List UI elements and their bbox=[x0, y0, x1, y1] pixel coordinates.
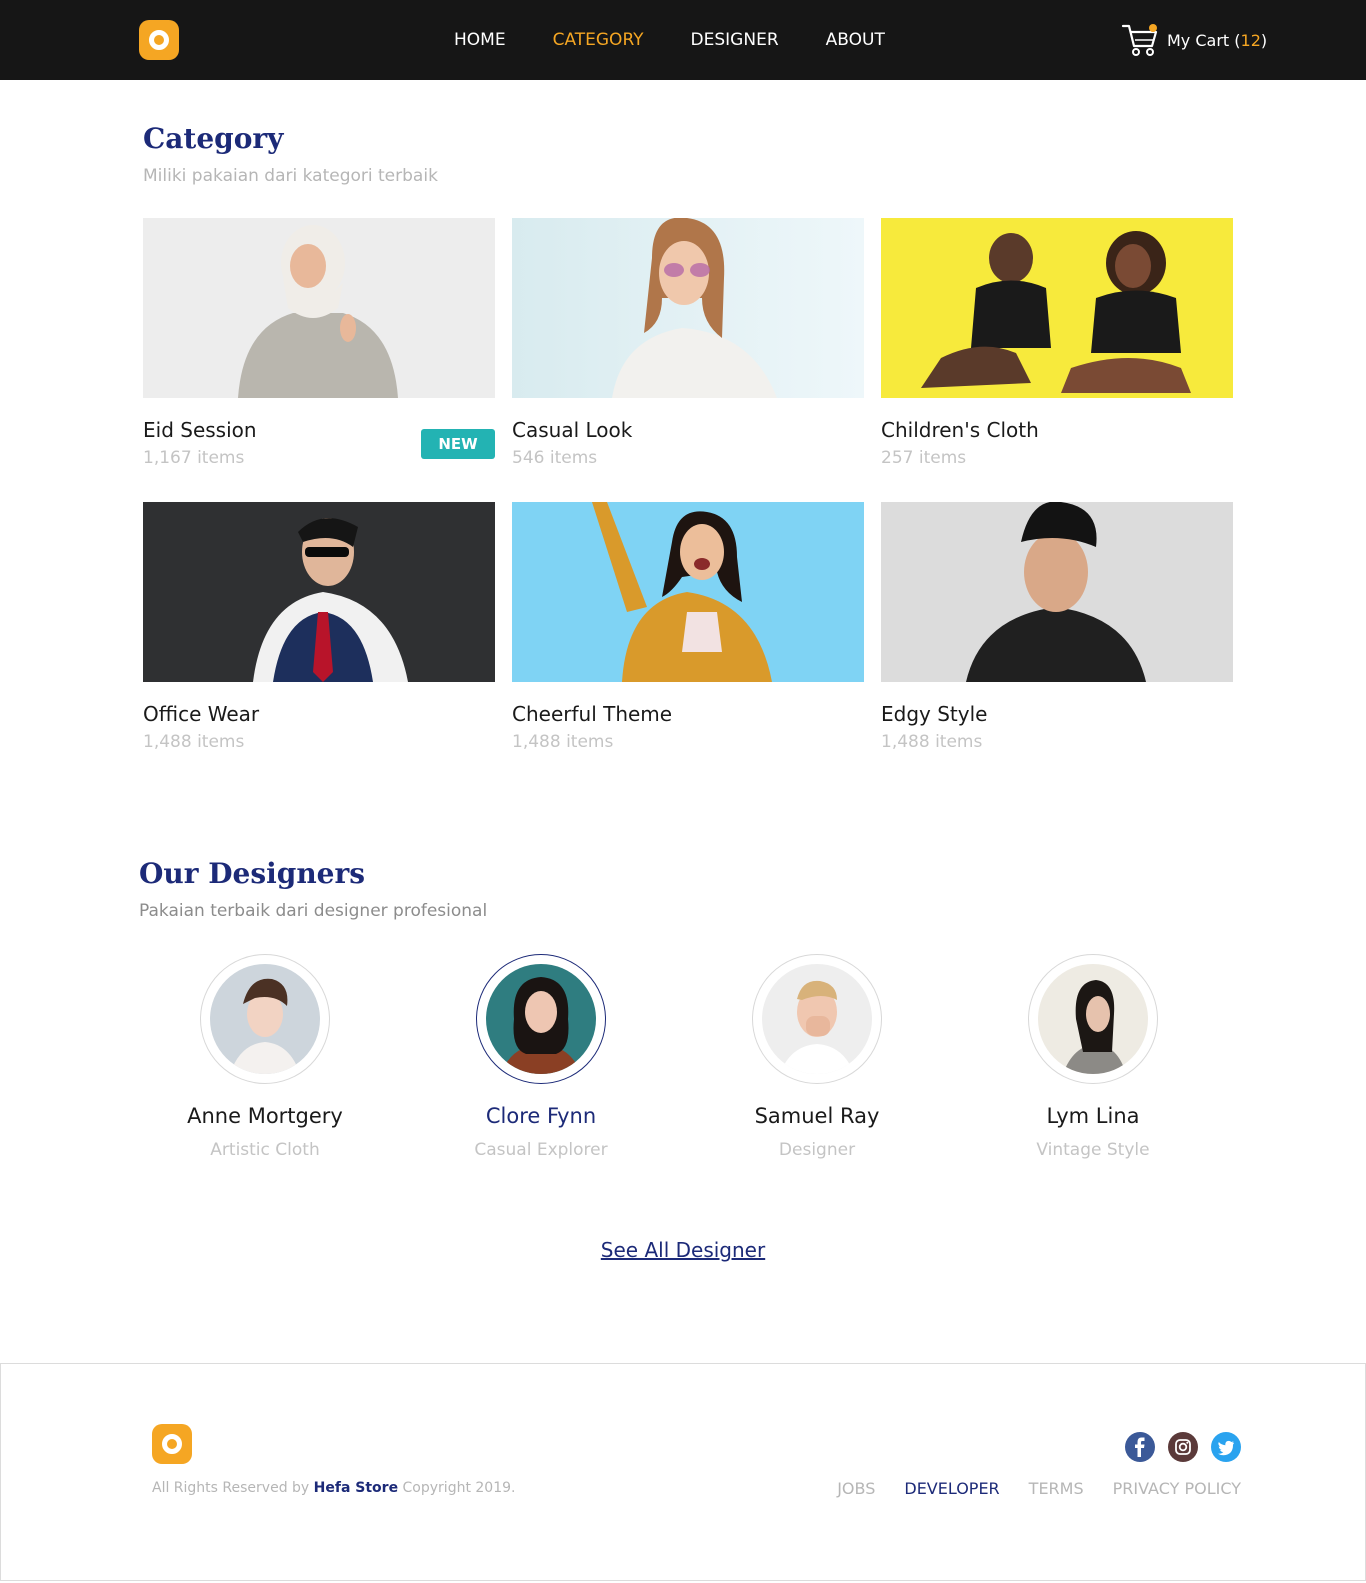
footer-link-jobs[interactable]: JOBS bbox=[837, 1479, 875, 1498]
card-name: Casual Look bbox=[512, 418, 633, 442]
avatar bbox=[1038, 964, 1148, 1074]
twitter-icon[interactable] bbox=[1211, 1432, 1241, 1462]
footer-links: JOBS DEVELOPER TERMS PRIVACY POLICY bbox=[837, 1479, 1241, 1498]
avatar-ring bbox=[752, 954, 882, 1084]
designer-role: Casual Explorer bbox=[474, 1140, 608, 1160]
see-all-designer-wrap: See All Designer bbox=[0, 1238, 1366, 1262]
designer-card-samuel-ray[interactable]: Samuel Ray Designer bbox=[687, 954, 947, 1174]
designer-role: Vintage Style bbox=[1036, 1140, 1150, 1160]
childrens-cloth-image bbox=[881, 218, 1233, 398]
cart-count: 12 bbox=[1240, 30, 1261, 50]
cart-icon bbox=[1121, 22, 1159, 58]
category-subtitle: Miliki pakaian dari kategori terbaik bbox=[143, 166, 438, 186]
avatar bbox=[210, 964, 320, 1074]
cart-notification-dot bbox=[1149, 24, 1157, 32]
top-navbar: HOME CATEGORY DESIGNER ABOUT My Cart (12… bbox=[0, 0, 1366, 80]
new-badge: NEW bbox=[421, 429, 495, 459]
designer-name: Samuel Ray bbox=[754, 1104, 880, 1128]
footer-logo[interactable] bbox=[152, 1424, 192, 1464]
footer-link-terms[interactable]: TERMS bbox=[1029, 1479, 1084, 1498]
card-count: 257 items bbox=[881, 448, 967, 468]
designers-subtitle: Pakaian terbaik dari designer profesiona… bbox=[139, 901, 488, 921]
card-name: Edgy Style bbox=[881, 702, 988, 726]
copyright-text: All Rights Reserved by Hefa Store Copyri… bbox=[152, 1480, 516, 1496]
brand-logo[interactable] bbox=[139, 20, 179, 60]
designer-card-clore-fynn[interactable]: Clore Fynn Casual Explorer bbox=[411, 954, 671, 1174]
card-name: Cheerful Theme bbox=[512, 702, 673, 726]
nav-category[interactable]: CATEGORY bbox=[553, 28, 644, 52]
avatar-ring bbox=[1028, 954, 1158, 1084]
see-all-designer-link[interactable]: See All Designer bbox=[601, 1238, 765, 1262]
brand-link[interactable]: Hefa Store bbox=[314, 1480, 398, 1496]
instagram-icon[interactable] bbox=[1168, 1432, 1198, 1462]
nav-designer[interactable]: DESIGNER bbox=[691, 28, 779, 52]
logo-ring bbox=[149, 30, 169, 50]
card-count: 1,488 items bbox=[881, 732, 983, 752]
category-card-edgy-style[interactable]: Edgy Style 1,488 items bbox=[881, 502, 1233, 752]
card-count: 1,488 items bbox=[143, 732, 245, 752]
avatar bbox=[486, 964, 596, 1074]
cart-button[interactable]: My Cart (12) bbox=[1121, 22, 1267, 58]
facebook-icon[interactable] bbox=[1125, 1432, 1155, 1462]
designer-name: Clore Fynn bbox=[485, 1104, 597, 1128]
card-count: 546 items bbox=[512, 448, 598, 468]
category-card-childrens-cloth[interactable]: Children's Cloth 257 items bbox=[881, 218, 1233, 468]
nav-about[interactable]: ABOUT bbox=[826, 28, 885, 52]
nav-links: HOME CATEGORY DESIGNER ABOUT bbox=[454, 28, 932, 52]
logo-ring bbox=[162, 1434, 182, 1454]
designers-title: Our Designers bbox=[139, 857, 366, 890]
cart-label: My Cart (12) bbox=[1167, 30, 1268, 50]
designer-name: Anne Mortgery bbox=[187, 1104, 343, 1128]
designer-card-anne-mortgery[interactable]: Anne Mortgery Artistic Cloth bbox=[135, 954, 395, 1174]
footer-link-developer[interactable]: DEVELOPER bbox=[904, 1479, 999, 1498]
avatar-ring bbox=[476, 954, 606, 1084]
designer-role: Designer bbox=[778, 1140, 856, 1160]
eid-session-image bbox=[143, 218, 495, 398]
social-links bbox=[1125, 1432, 1241, 1462]
card-count: 1,167 items bbox=[143, 448, 245, 468]
footer: All Rights Reserved by Hefa Store Copyri… bbox=[0, 1363, 1366, 1581]
category-card-office-wear[interactable]: Office Wear 1,488 items bbox=[143, 502, 495, 752]
office-wear-image bbox=[143, 502, 495, 682]
category-card-eid-session[interactable]: Eid Session 1,167 items NEW bbox=[143, 218, 495, 468]
category-card-casual-look[interactable]: Casual Look 546 items bbox=[512, 218, 864, 468]
card-count: 1,488 items bbox=[512, 732, 614, 752]
cheerful-theme-image bbox=[512, 502, 864, 682]
avatar-ring bbox=[200, 954, 330, 1084]
category-title: Category bbox=[143, 122, 284, 155]
card-name: Office Wear bbox=[143, 702, 260, 726]
designer-name: Lym Lina bbox=[1046, 1104, 1140, 1128]
footer-link-privacy-policy[interactable]: PRIVACY POLICY bbox=[1113, 1479, 1241, 1498]
category-card-cheerful-theme[interactable]: Cheerful Theme 1,488 items bbox=[512, 502, 864, 752]
avatar bbox=[762, 964, 872, 1074]
designer-role: Artistic Cloth bbox=[210, 1140, 320, 1160]
casual-look-image bbox=[512, 218, 864, 398]
card-name: Children's Cloth bbox=[881, 418, 1039, 442]
designer-card-lym-lina[interactable]: Lym Lina Vintage Style bbox=[963, 954, 1223, 1174]
edgy-style-image bbox=[881, 502, 1233, 682]
nav-home[interactable]: HOME bbox=[454, 28, 506, 52]
card-name: Eid Session bbox=[143, 418, 257, 442]
